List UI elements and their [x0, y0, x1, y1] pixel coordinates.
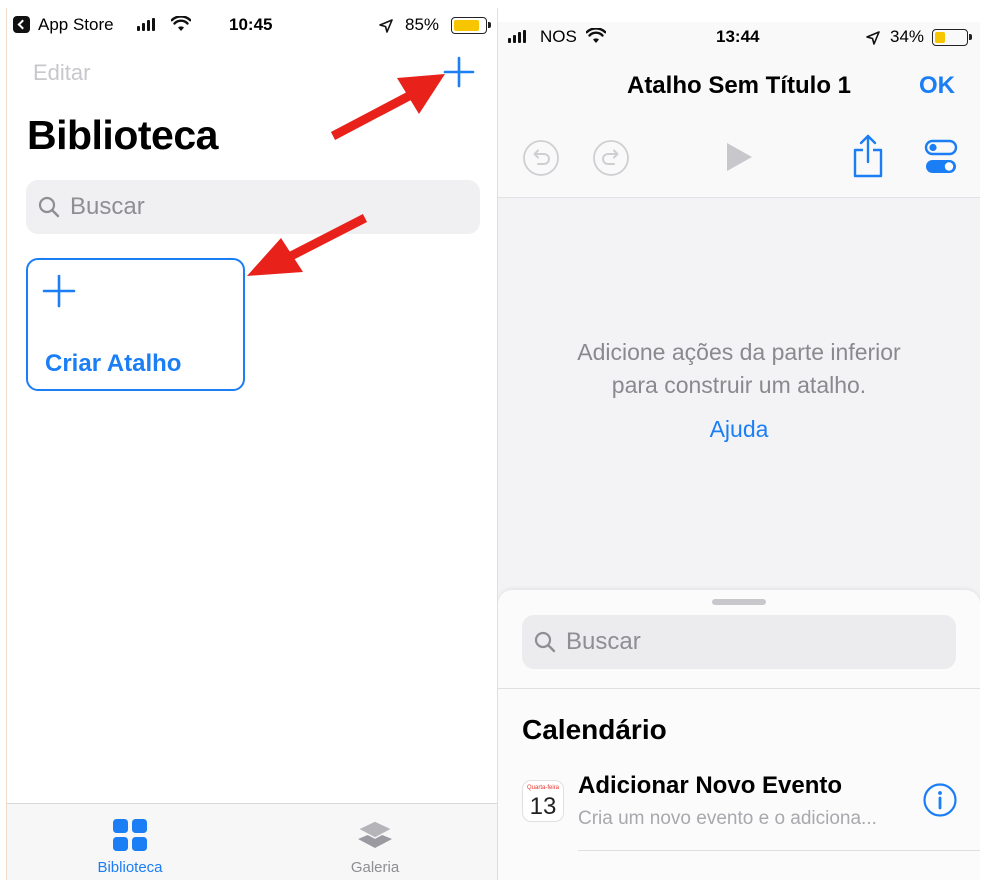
empty-state-line-1: Adicione ações da parte inferior [577, 339, 901, 365]
back-to-app-icon[interactable] [13, 16, 30, 33]
annotation-arrow-to-card [247, 213, 368, 276]
play-icon[interactable] [724, 141, 754, 173]
divider [498, 688, 980, 689]
wifi-icon [170, 15, 192, 32]
status-time: 13:44 [716, 27, 760, 46]
tab-library[interactable]: Biblioteca [50, 804, 210, 880]
ok-button[interactable]: OK [919, 72, 955, 100]
signal-icon [508, 30, 526, 43]
tab-library-label: Biblioteca [97, 859, 163, 876]
settings-toggle-icon[interactable] [924, 138, 958, 176]
actions-sheet: Buscar Calendário Quarta-feira 13 Adicio… [498, 590, 980, 880]
back-app-label[interactable]: App Store [38, 15, 114, 35]
plus-icon [42, 274, 76, 308]
carrier-label: NOS [540, 27, 577, 46]
status-bar: NOS 13:44 34% [498, 22, 980, 52]
info-icon[interactable] [922, 782, 958, 818]
tab-gallery-label: Galeria [350, 859, 400, 876]
empty-state-message: Adicione ações da parte inferior para co… [498, 336, 980, 402]
tab-bar: Biblioteca Galeria [7, 803, 497, 880]
search-icon [534, 631, 556, 653]
tab-gallery[interactable]: Galeria [295, 804, 455, 880]
shortcut-editor-screen: NOS 13:44 34% Atalho Sem Título 1 OK Adi… [498, 22, 980, 880]
action-description: Cria um novo evento e o adiciona... [578, 808, 877, 829]
help-link[interactable]: Ajuda [498, 416, 980, 443]
battery-icon [932, 29, 972, 46]
editor-header: NOS 13:44 34% Atalho Sem Título 1 OK [498, 22, 980, 198]
shortcuts-library-screen: App Store 10:45 85% Editar Biblioteca Bu… [6, 8, 498, 880]
share-icon[interactable] [852, 134, 884, 178]
battery-icon [451, 17, 491, 34]
annotation-arrow-to-plus [330, 74, 445, 140]
section-header-calendar: Calendário [522, 714, 667, 745]
location-arrow-icon [379, 18, 393, 33]
signal-icon [137, 18, 155, 31]
battery-percent: 34% [890, 27, 925, 46]
edit-button[interactable]: Editar [33, 60, 90, 86]
actions-search-field[interactable]: Buscar [522, 615, 956, 669]
create-shortcut-card[interactable]: Criar Atalho [26, 258, 245, 391]
calendar-icon: Quarta-feira 13 [522, 780, 564, 822]
undo-icon[interactable] [522, 139, 560, 177]
grid-icon [111, 818, 149, 852]
row-divider [578, 850, 980, 851]
status-bar: App Store 10:45 85% [7, 8, 497, 40]
calendar-icon-day: Quarta-feira [526, 785, 559, 791]
search-placeholder: Buscar [70, 193, 145, 220]
layers-icon [356, 818, 394, 852]
action-title[interactable]: Adicionar Novo Evento [578, 772, 842, 800]
wifi-icon [585, 27, 607, 44]
empty-state-line-2: para construir um atalho. [611, 372, 867, 398]
redo-icon[interactable] [592, 139, 630, 177]
create-shortcut-label: Criar Atalho [45, 350, 182, 377]
calendar-icon-date: 13 [529, 793, 557, 820]
search-icon [38, 196, 60, 218]
search-placeholder: Buscar [566, 628, 641, 655]
battery-percent: 85% [405, 15, 440, 34]
status-time: 10:45 [229, 15, 273, 34]
location-arrow-icon [866, 30, 880, 45]
shortcut-title: Atalho Sem Título 1 [626, 72, 851, 99]
sheet-grabber[interactable] [712, 599, 766, 605]
page-title: Biblioteca [27, 112, 218, 158]
